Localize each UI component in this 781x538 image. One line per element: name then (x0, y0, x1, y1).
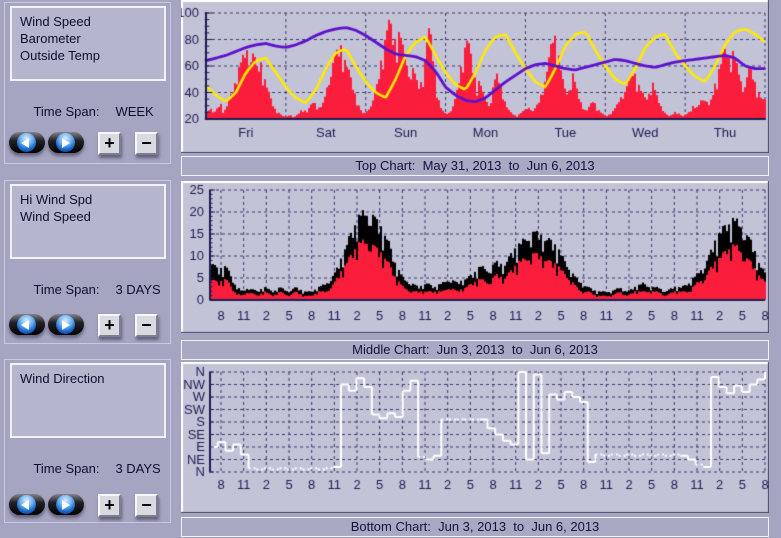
right-arrow-icon (56, 495, 75, 514)
bottom-chart (181, 362, 769, 513)
zoom-out-button[interactable]: − (135, 314, 158, 337)
top-chart-controls: + − (8, 132, 166, 158)
time-span-label: Time Span: (33, 461, 99, 476)
legend-item: Wind Speed (20, 208, 164, 225)
bottom-chart-caption: Bottom Chart: Jun 3, 2013 to Jun 6, 2013 (181, 517, 769, 537)
legend-item: Wind Direction (20, 370, 164, 387)
time-span-value: WEEK (115, 104, 153, 119)
legend-item: Barometer (20, 30, 164, 47)
right-arrow-icon (56, 133, 75, 152)
scroll-back-button[interactable] (9, 494, 45, 515)
zoom-in-button[interactable]: + (98, 132, 121, 155)
middle-legend-box[interactable]: Hi Wind Spd Wind Speed (10, 184, 166, 259)
scroll-back-button[interactable] (9, 132, 45, 153)
time-span-label: Time Span: (33, 282, 99, 297)
left-arrow-icon (17, 133, 36, 152)
zoom-in-button[interactable]: + (98, 314, 121, 337)
middle-controls-panel: Hi Wind Spd Wind Speed Time Span:3 DAYS … (4, 180, 171, 344)
time-span-row: Time Span: 3 DAYS (12, 267, 161, 312)
middle-chart (181, 181, 769, 333)
top-legend-box[interactable]: Wind Speed Barometer Outside Temp (10, 6, 166, 81)
zoom-in-button[interactable]: + (98, 494, 121, 517)
scroll-forward-button[interactable] (48, 494, 84, 515)
zoom-out-button[interactable]: − (135, 494, 158, 517)
legend-item: Wind Speed (20, 13, 164, 30)
middle-chart-controls: + − (8, 314, 166, 340)
scroll-back-button[interactable] (9, 314, 45, 335)
zoom-out-button[interactable]: − (135, 132, 158, 155)
bottom-legend-box[interactable]: Wind Direction (10, 363, 166, 438)
top-controls-panel: Wind Speed Barometer Outside Temp Time S… (4, 2, 171, 164)
legend-item: Outside Temp (20, 47, 164, 64)
top-chart-caption: Top Chart: May 31, 2013 to Jun 6, 2013 (181, 156, 769, 176)
legend-item: Hi Wind Spd (20, 191, 164, 208)
right-arrow-icon (56, 315, 75, 334)
left-arrow-icon (17, 315, 36, 334)
bottom-chart-controls: + − (8, 494, 166, 520)
top-chart (181, 0, 769, 153)
time-span-row: Time Span: WEEK (12, 89, 154, 134)
time-span-value: 3 DAYS (115, 461, 160, 476)
scroll-forward-button[interactable] (48, 132, 84, 153)
time-span-value: 3 DAYS (115, 282, 160, 297)
time-span-label: Time Span: (33, 104, 99, 119)
scroll-forward-button[interactable] (48, 314, 84, 335)
time-span-row: Time Span: 3 DAYS (12, 446, 161, 491)
bottom-controls-panel: Wind Direction Time Span: 3 DAYS + − (4, 359, 171, 523)
middle-chart-caption: Middle Chart: Jun 3, 2013 to Jun 6, 2013 (181, 340, 769, 360)
left-arrow-icon (17, 495, 36, 514)
weather-app-window: Wind Speed Barometer Outside Temp Time S… (0, 0, 781, 538)
